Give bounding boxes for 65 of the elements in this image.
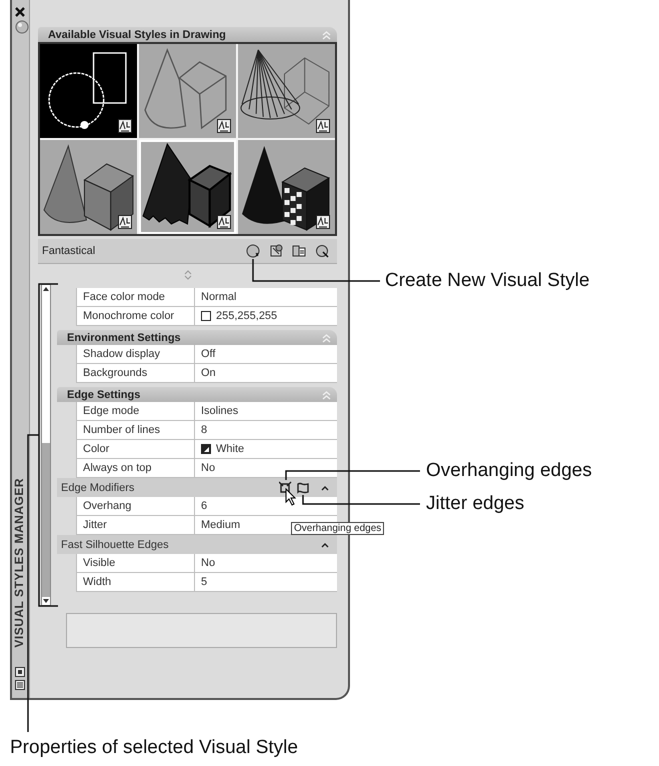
group-header[interactable]: Fast Silhouette Edges: [57, 535, 337, 554]
section-title: Available Visual Styles in Drawing: [48, 28, 226, 40]
property-value[interactable]: Off: [195, 345, 337, 363]
property-value[interactable]: No: [195, 459, 337, 477]
section-title: Environment Settings: [67, 332, 181, 344]
property-label: Number of lines: [77, 421, 195, 439]
property-value[interactable]: White: [195, 440, 337, 458]
style-badge-icon: [316, 215, 330, 229]
property-label: Face color mode: [77, 288, 195, 306]
tooltip: Overhanging edges: [291, 522, 384, 535]
style-thumbnail[interactable]: [139, 140, 236, 234]
caret-icon[interactable]: [321, 484, 329, 490]
jitter-edges-icon[interactable]: [296, 481, 310, 494]
scroll-down-icon[interactable]: [42, 597, 50, 605]
style-badge-icon: [316, 119, 330, 133]
overhang-edges-icon[interactable]: [279, 481, 293, 494]
apply-style-icon[interactable]: [269, 244, 283, 258]
style-badge-icon: [118, 119, 132, 133]
callout-label: Create New Visual Style: [385, 270, 590, 292]
callout-label: Properties of selected Visual Style: [10, 737, 298, 759]
style-badge-icon: [217, 119, 231, 133]
create-style-icon[interactable]: [246, 244, 260, 258]
group-title: Edge Modifiers: [61, 482, 136, 494]
style-badge-icon: [118, 215, 132, 229]
style-badge-icon: [217, 215, 231, 229]
style-name: Fantastical: [42, 245, 96, 257]
property-value[interactable]: Isolines: [195, 402, 337, 420]
property-value[interactable]: 255,255,255: [195, 307, 337, 325]
color-swatch-icon: [201, 444, 211, 454]
property-label: Backgrounds: [77, 364, 195, 382]
section-header[interactable]: Available Visual Styles in Drawing: [38, 27, 337, 42]
section-title: Edge Settings: [67, 388, 140, 400]
close-icon[interactable]: [15, 7, 25, 17]
properties-icon[interactable]: [15, 667, 25, 677]
group-title: Fast Silhouette Edges: [61, 538, 170, 550]
export-style-icon[interactable]: [292, 244, 306, 258]
property-label: Always on top: [77, 459, 195, 477]
delete-style-icon[interactable]: [315, 244, 329, 258]
splitter-grip-icon[interactable]: [184, 270, 192, 280]
callout-label: Jitter edges: [426, 493, 524, 515]
section-header[interactable]: Environment Settings: [57, 330, 337, 345]
options-ball-icon[interactable]: [15, 20, 29, 34]
style-thumbnail[interactable]: [40, 44, 137, 138]
property-value[interactable]: 8: [195, 421, 337, 439]
property-label: Visible: [77, 554, 195, 572]
color-swatch-icon: [201, 311, 211, 321]
property-value[interactable]: 5: [195, 573, 337, 591]
property-label: Overhang: [77, 497, 195, 515]
property-label: Width: [77, 573, 195, 591]
scroll-up-icon[interactable]: [42, 285, 50, 293]
property-label: Jitter: [77, 516, 195, 534]
caret-icon[interactable]: [321, 542, 329, 548]
property-value[interactable]: 6: [195, 497, 337, 515]
scroll-bar[interactable]: [41, 284, 51, 606]
list-icon[interactable]: [15, 680, 25, 690]
palette-title: VISUAL STYLES MANAGER: [12, 478, 26, 648]
property-label: Color: [77, 440, 195, 458]
property-label: Shadow display: [77, 345, 195, 363]
property-value[interactable]: Normal: [195, 288, 337, 306]
property-label: Monochrome color: [77, 307, 195, 325]
callout-label: Overhanging edges: [426, 460, 592, 482]
section-header[interactable]: Edge Settings: [57, 387, 337, 402]
property-label: Edge mode: [77, 402, 195, 420]
property-value[interactable]: No: [195, 554, 337, 572]
property-value[interactable]: On: [195, 364, 337, 382]
